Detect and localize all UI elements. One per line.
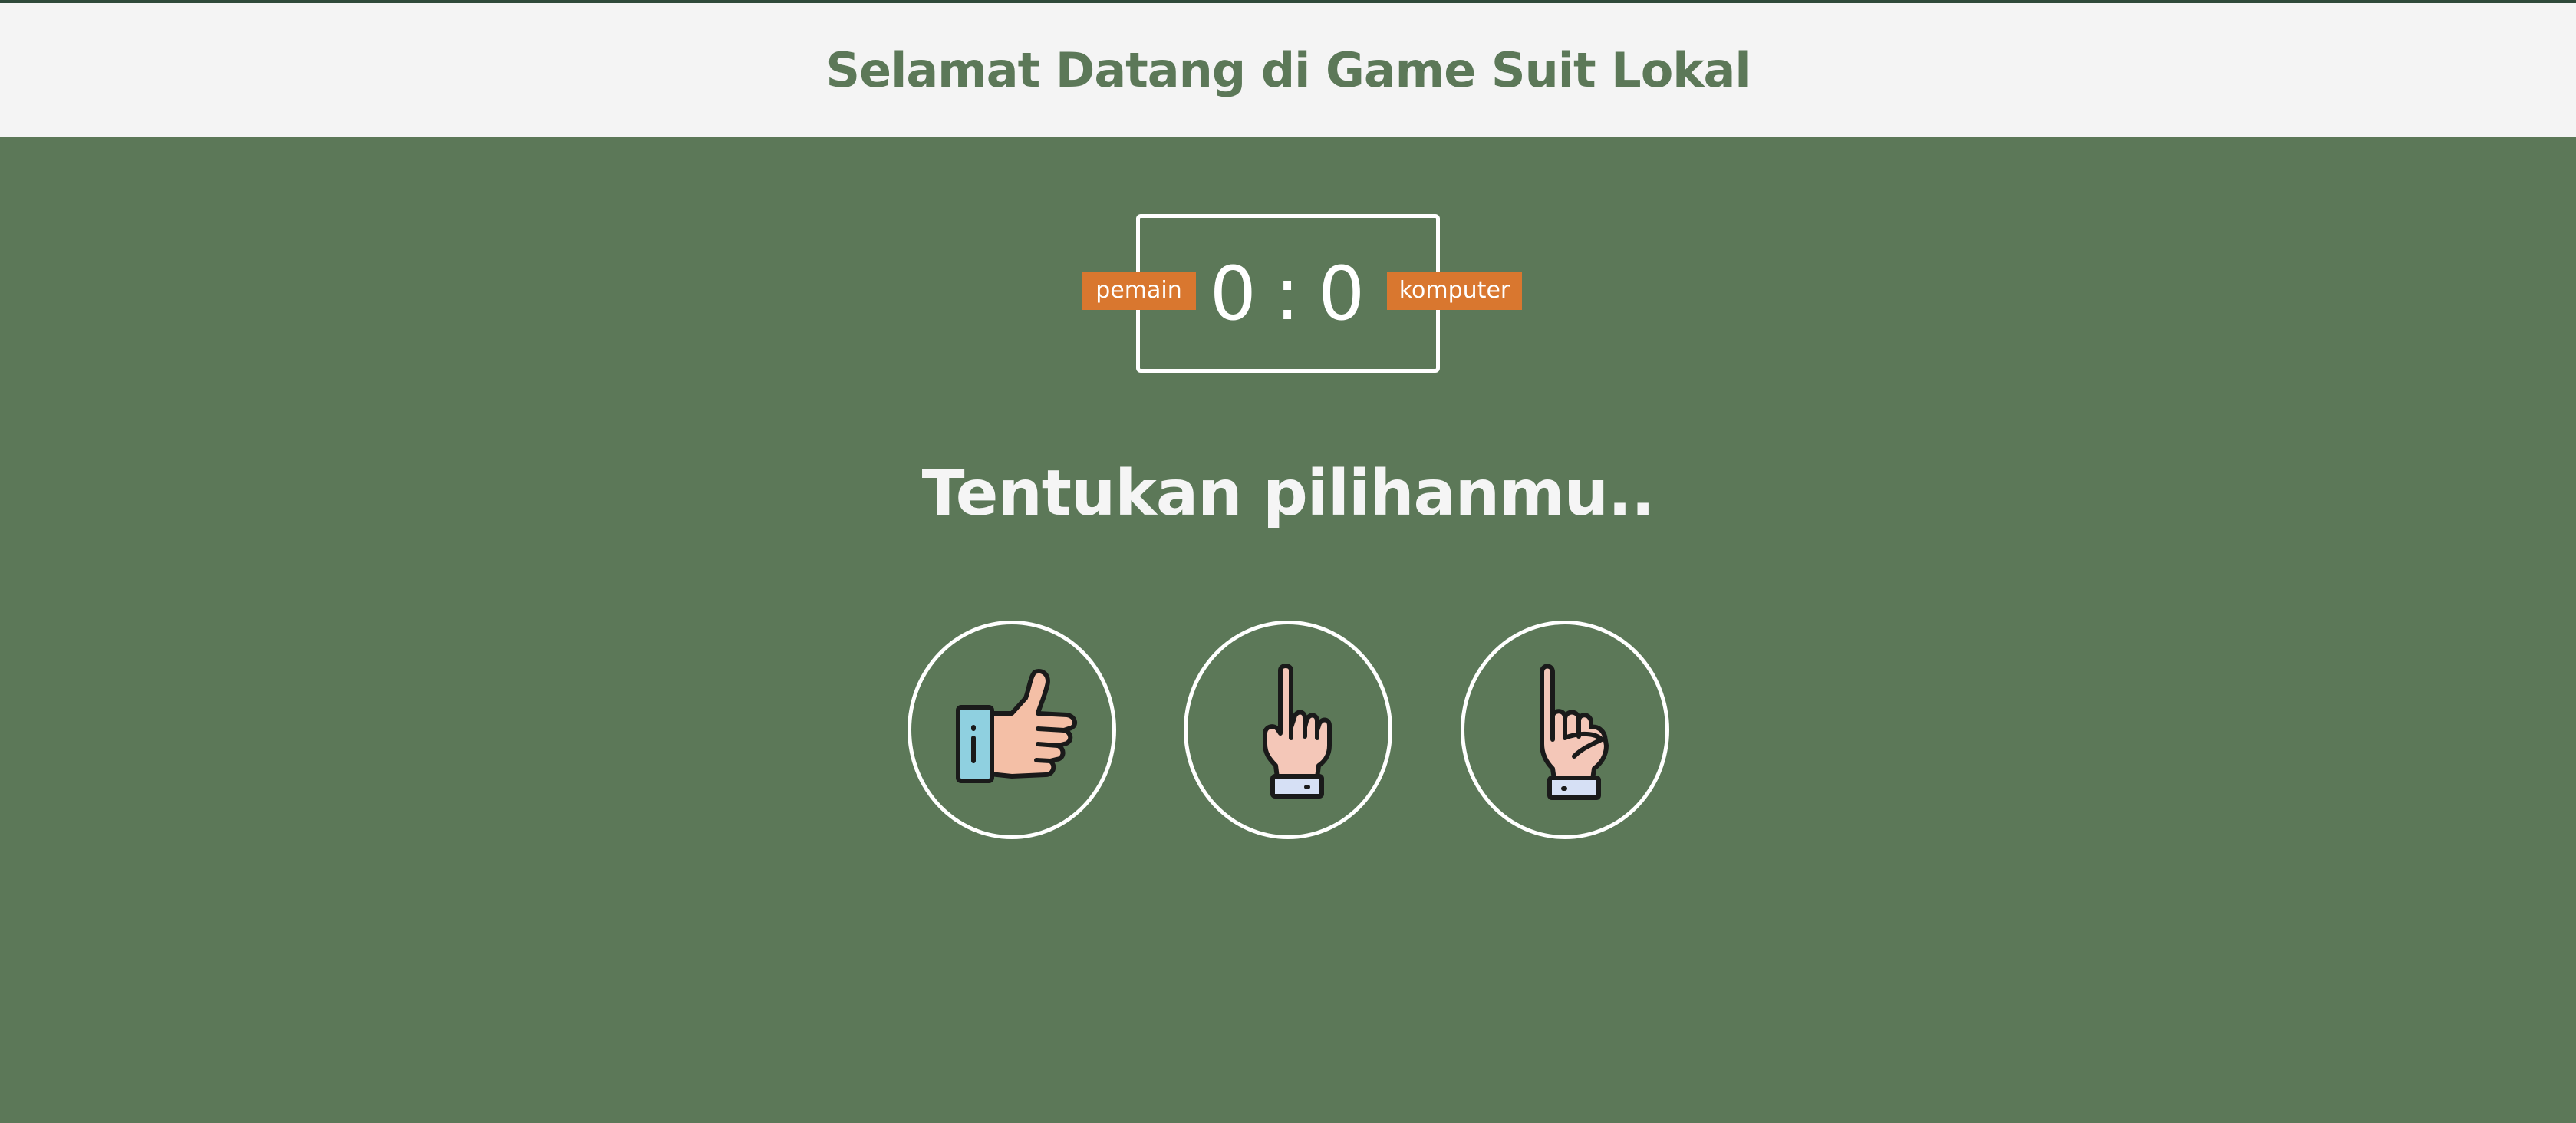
choice-prompt: Tentukan pilihanmu..	[921, 457, 1655, 530]
thumb-icon	[956, 668, 1077, 783]
index-finger-icon	[1263, 663, 1332, 799]
choice-thumb-button[interactable]	[908, 621, 1116, 839]
header-bar: Selamat Datang di Game Suit Lokal	[0, 3, 2576, 137]
computer-label: komputer	[1387, 272, 1522, 310]
computer-score: 0	[1318, 250, 1367, 337]
score-display: 0:0	[1210, 257, 1367, 331]
choice-pinky-finger-button[interactable]	[1461, 621, 1669, 839]
page-title: Selamat Datang di Game Suit Lokal	[825, 41, 1751, 98]
score-separator: :	[1274, 250, 1302, 337]
choice-index-finger-button[interactable]	[1184, 621, 1392, 839]
pinky-finger-icon	[1540, 664, 1609, 800]
player-score: 0	[1209, 250, 1258, 337]
player-label: pemain	[1082, 272, 1196, 310]
